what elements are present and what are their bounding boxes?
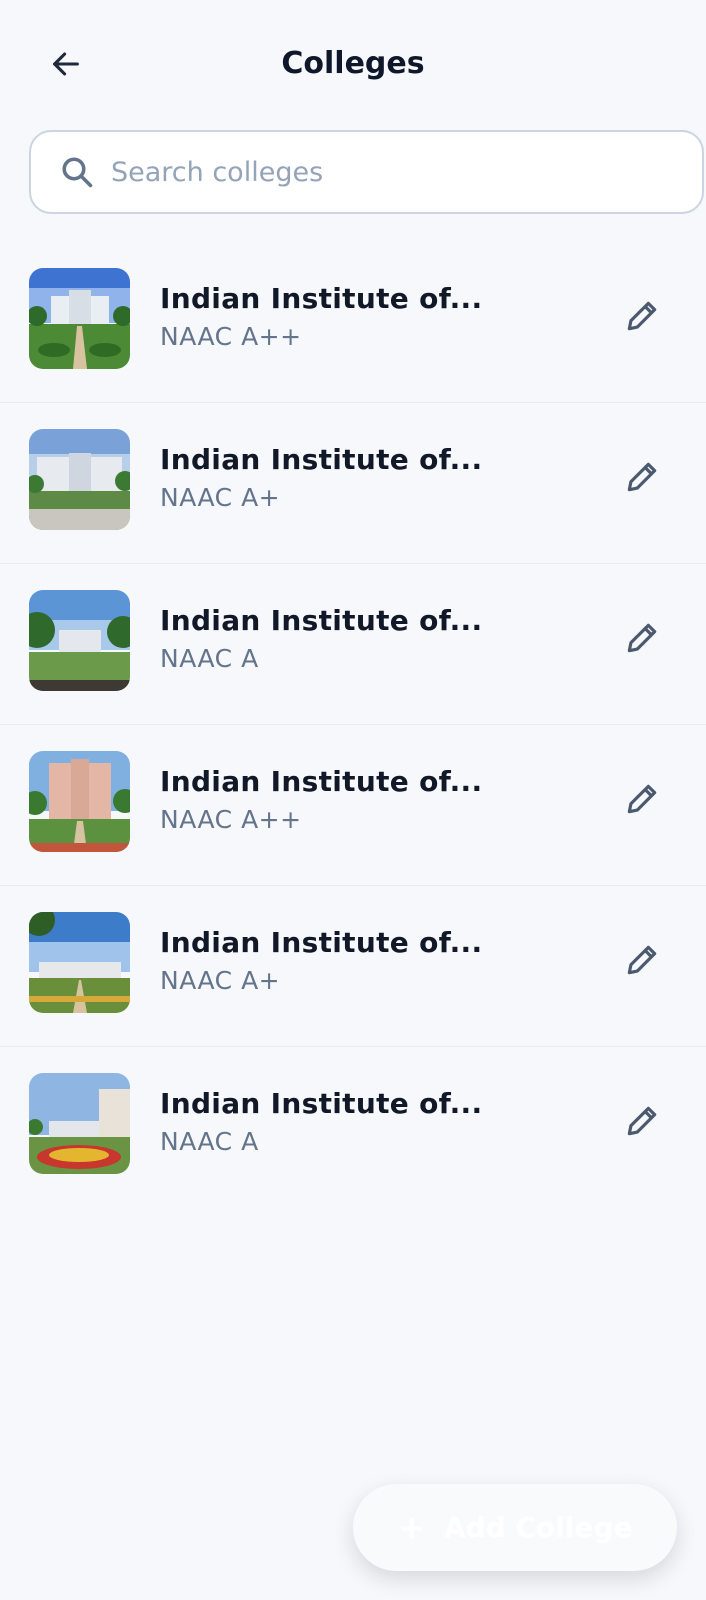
college-name: Indian Institute of... xyxy=(160,282,483,315)
add-college-button[interactable]: + Add College xyxy=(353,1484,677,1571)
add-college-label: Add College xyxy=(443,1511,633,1544)
search-bar[interactable] xyxy=(29,130,704,214)
college-image xyxy=(29,268,130,369)
college-name: Indian Institute of... xyxy=(160,604,483,637)
edit-button[interactable] xyxy=(620,1099,664,1143)
search-icon xyxy=(55,150,99,194)
pencil-icon xyxy=(627,784,657,814)
pencil-icon xyxy=(627,301,657,331)
edit-button[interactable] xyxy=(620,294,664,338)
app-header: Colleges xyxy=(0,0,706,130)
college-grade: NAAC A xyxy=(160,1127,259,1156)
college-name: Indian Institute of... xyxy=(160,765,483,798)
college-image xyxy=(29,429,130,530)
college-image xyxy=(29,1073,130,1174)
search-input[interactable] xyxy=(109,155,702,189)
college-name: Indian Institute of... xyxy=(160,443,483,476)
college-list-item[interactable]: Indian Institute of... NAAC A++ xyxy=(0,242,706,403)
college-grade: NAAC A+ xyxy=(160,966,281,995)
college-grade: NAAC A+ xyxy=(160,483,281,512)
pencil-icon xyxy=(627,623,657,653)
college-image xyxy=(29,912,130,1013)
college-list-item[interactable]: Indian Institute of... NAAC A xyxy=(0,564,706,725)
edit-button[interactable] xyxy=(620,616,664,660)
pencil-icon xyxy=(627,462,657,492)
pencil-icon xyxy=(627,1106,657,1136)
edit-button[interactable] xyxy=(620,777,664,821)
page-title: Colleges xyxy=(281,46,425,81)
college-name: Indian Institute of... xyxy=(160,1087,483,1120)
pencil-icon xyxy=(627,945,657,975)
college-grade: NAAC A xyxy=(160,644,259,673)
college-image xyxy=(29,590,130,691)
college-grade: NAAC A++ xyxy=(160,322,302,351)
plus-icon: + xyxy=(397,1507,426,1548)
edit-button[interactable] xyxy=(620,455,664,499)
edit-button[interactable] xyxy=(620,938,664,982)
college-grade: NAAC A++ xyxy=(160,805,302,834)
college-list-item[interactable]: Indian Institute of... NAAC A+ xyxy=(0,886,706,1047)
college-name: Indian Institute of... xyxy=(160,926,483,959)
college-list-item[interactable]: Indian Institute of... NAAC A+ xyxy=(0,403,706,564)
college-list: Indian Institute of... NAAC A++ Indian I… xyxy=(0,242,706,1207)
college-list-item[interactable]: Indian Institute of... NAAC A xyxy=(0,1047,706,1207)
college-image xyxy=(29,751,130,852)
college-list-item[interactable]: Indian Institute of... NAAC A++ xyxy=(0,725,706,886)
